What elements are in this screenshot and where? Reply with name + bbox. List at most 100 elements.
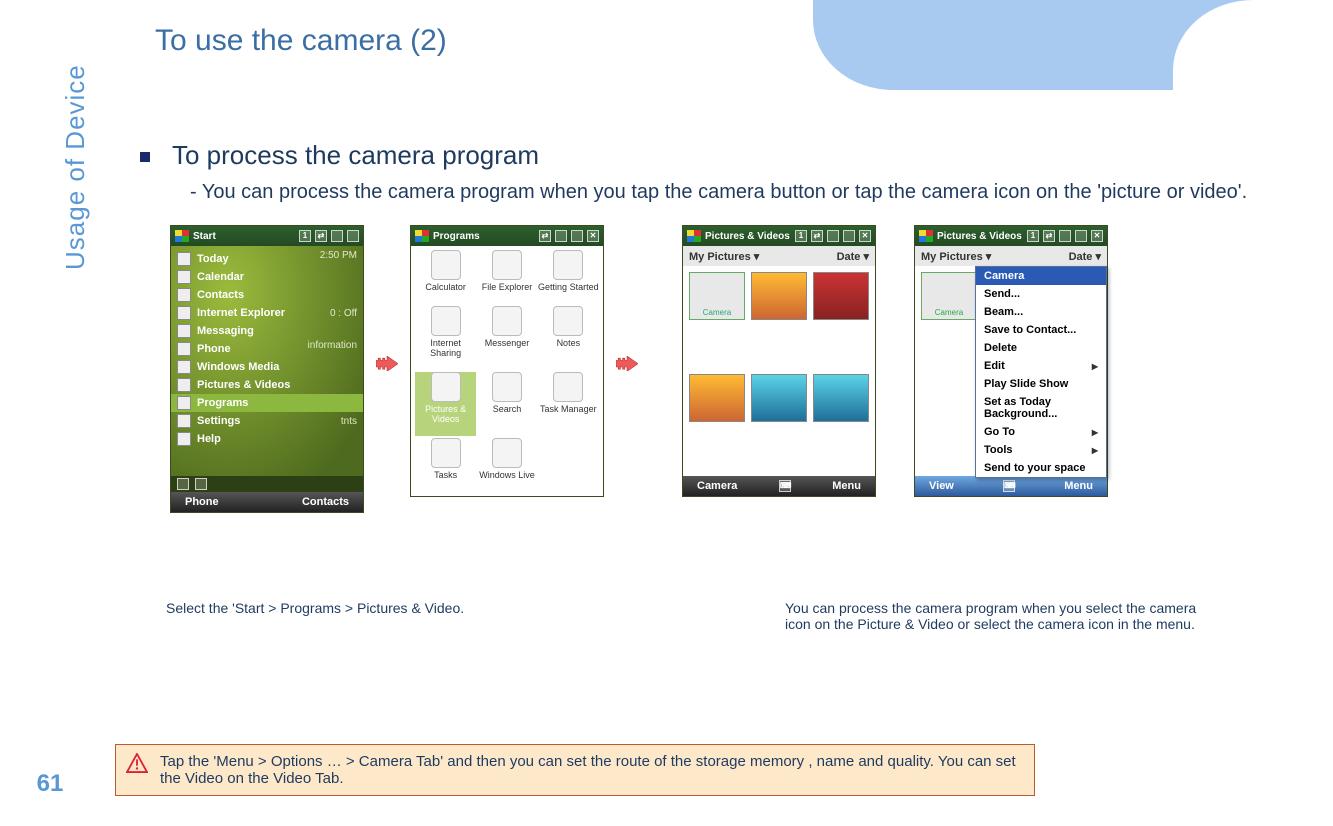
ctx-item-send-space[interactable]: Send to your space	[976, 459, 1106, 477]
menu-label: Phone	[197, 343, 231, 355]
program-windows-live[interactable]: Windows Live	[476, 438, 537, 492]
softkey-bar: Camera ⌨ Menu	[683, 476, 875, 496]
program-pictures-videos[interactable]: Pictures & Videos	[415, 372, 476, 436]
today-icon	[177, 252, 191, 266]
ctx-item-camera[interactable]: Camera	[976, 267, 1106, 285]
windows-flag-icon	[687, 230, 701, 242]
windows-flag-icon	[919, 230, 933, 242]
close-icon[interactable]: ✕	[1091, 230, 1103, 242]
program-tasks[interactable]: Tasks	[415, 438, 476, 492]
program-notes[interactable]: Notes	[538, 306, 599, 370]
program-messenger[interactable]: Messenger	[476, 306, 537, 370]
ints-text: tnts	[341, 416, 357, 427]
close-icon[interactable]: ✕	[587, 230, 599, 242]
menu-item-pictures[interactable]: Pictures & Videos	[171, 376, 363, 394]
bullet-heading: To process the camera program	[172, 140, 539, 171]
volume-icon	[1075, 230, 1087, 242]
net-icon	[195, 478, 207, 490]
program-search[interactable]: Search	[476, 372, 537, 436]
ctx-item-save-contact[interactable]: Save to Contact...	[976, 321, 1106, 339]
thumb-camera[interactable]: Camera	[921, 272, 977, 320]
program-file-explorer[interactable]: File Explorer	[476, 250, 537, 304]
softkey-left[interactable]: View	[929, 480, 954, 492]
folder-dropdown[interactable]: My Pictures ▾	[689, 250, 759, 263]
submenu-arrow-icon: ▶	[1092, 362, 1098, 371]
ctx-item-slideshow[interactable]: Play Slide Show	[976, 375, 1106, 393]
softkey-right[interactable]: Contacts	[302, 496, 349, 508]
caption-left: Select the 'Start > Programs > Pictures …	[166, 600, 464, 616]
titlebar: Programs ⇄ ✕	[411, 226, 603, 246]
messenger-icon	[492, 306, 522, 336]
calendar-icon	[177, 270, 191, 284]
ctx-item-beam[interactable]: Beam...	[976, 303, 1106, 321]
program-label: Internet Sharing	[415, 338, 476, 358]
thumb-image[interactable]	[751, 272, 807, 320]
program-label: Task Manager	[540, 404, 597, 414]
titlebar-label: Start	[193, 231, 216, 242]
contacts-icon	[177, 288, 191, 302]
menu-item-contacts[interactable]: Contacts	[171, 286, 363, 304]
close-icon[interactable]: ✕	[859, 230, 871, 242]
thumb-image[interactable]	[813, 272, 869, 320]
program-calculator[interactable]: Calculator	[415, 250, 476, 304]
program-label: Notes	[557, 338, 581, 348]
thumb-camera[interactable]: Camera	[689, 272, 745, 320]
folder-dropdown[interactable]: My Pictures ▾	[921, 250, 991, 263]
screenshot-pictures-videos: Pictures & Videos 1 ⇄ ✕ My Pictures ▾ Da…	[682, 225, 876, 497]
sync-icon: ⇄	[315, 230, 327, 242]
calculator-icon	[431, 250, 461, 280]
titlebar: Pictures & Videos 1 ⇄ ✕	[683, 226, 875, 246]
ctx-item-goto[interactable]: Go To▶	[976, 423, 1106, 441]
program-label: Windows Live	[479, 470, 535, 480]
settings-icon	[177, 414, 191, 428]
ctx-item-today-bg[interactable]: Set as Today Background...	[976, 393, 1106, 423]
help-icon	[177, 432, 191, 446]
flow-arrow-icon	[616, 355, 638, 376]
menu-item-settings[interactable]: Settings	[171, 412, 363, 430]
titlebar-label: Programs	[433, 231, 480, 242]
sync-icon: ⇄	[1043, 230, 1055, 242]
softkey-left[interactable]: Camera	[697, 480, 737, 492]
menu-item-calendar[interactable]: Calendar	[171, 268, 363, 286]
bullet-row: To process the camera program	[140, 140, 1333, 171]
ctx-item-edit[interactable]: Edit▶	[976, 357, 1106, 375]
program-task-manager[interactable]: Task Manager	[538, 372, 599, 436]
menu-item-help[interactable]: Help	[171, 430, 363, 448]
caption-right: You can process the camera program when …	[785, 600, 1225, 632]
screenshot-programs: Programs ⇄ ✕ Calculator File Explorer Ge…	[410, 225, 604, 497]
softkey-left[interactable]: Phone	[185, 496, 219, 508]
signal-icon	[331, 230, 343, 242]
task-manager-icon	[553, 372, 583, 402]
sort-dropdown[interactable]: Date ▾	[1069, 250, 1101, 263]
menu-label: Pictures & Videos	[197, 379, 290, 391]
getting-started-icon	[553, 250, 583, 280]
thumb-image[interactable]	[751, 374, 807, 422]
content-area: To process the camera program - You can …	[140, 140, 1333, 513]
menu-item-wmedia[interactable]: Windows Media	[171, 358, 363, 376]
keyboard-icon[interactable]: ⌨	[1003, 480, 1015, 492]
screenshot-pictures-context-menu: Pictures & Videos 1 ⇄ ✕ My Pictures ▾ Da…	[914, 225, 1108, 497]
sort-dropdown[interactable]: Date ▾	[837, 250, 869, 263]
volume-icon	[571, 230, 583, 242]
titlebar: Pictures & Videos 1 ⇄ ✕	[915, 226, 1107, 246]
program-label: File Explorer	[482, 282, 533, 292]
volume-icon	[347, 230, 359, 242]
tip-text: Tap the 'Menu > Options … > Camera Tab' …	[160, 753, 1016, 787]
program-internet-sharing[interactable]: Internet Sharing	[415, 306, 476, 370]
softkey-right[interactable]: Menu	[1064, 480, 1093, 492]
thumb-image[interactable]	[813, 374, 869, 422]
menu-label: Internet Explorer	[197, 307, 285, 319]
ctx-item-tools[interactable]: Tools▶	[976, 441, 1106, 459]
menu-item-programs[interactable]: Programs	[171, 394, 363, 412]
keyboard-icon[interactable]: ⌨	[779, 480, 791, 492]
ctx-item-send[interactable]: Send...	[976, 285, 1106, 303]
sim-indicator-icon: 1	[299, 230, 311, 242]
menu-item-messaging[interactable]: Messaging	[171, 322, 363, 340]
thumb-image[interactable]	[689, 374, 745, 422]
tasks-icon	[431, 438, 461, 468]
ctx-item-delete[interactable]: Delete	[976, 339, 1106, 357]
softkey-right[interactable]: Menu	[832, 480, 861, 492]
menu-label: Programs	[197, 397, 248, 409]
program-label: Calculator	[425, 282, 466, 292]
program-getting-started[interactable]: Getting Started	[538, 250, 599, 304]
